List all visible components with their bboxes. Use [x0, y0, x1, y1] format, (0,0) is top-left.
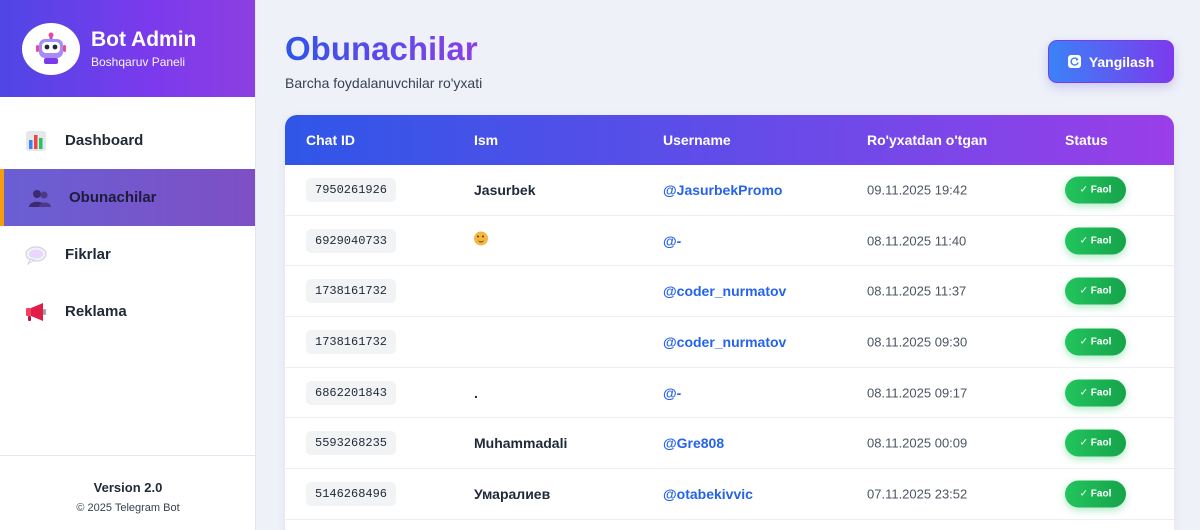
username-link[interactable]: @JasurbekPromo: [663, 182, 782, 198]
status-cell: ✓ Faol: [1065, 277, 1126, 305]
username-link[interactable]: @coder_nurmatov: [663, 334, 786, 350]
status-badge: ✓ Faol: [1065, 176, 1126, 204]
header-status[interactable]: Status: [1065, 132, 1108, 148]
header-registered[interactable]: Ro'yxatdan o'tgan: [867, 132, 987, 148]
table-row[interactable]: 1738161732 @coder_nurmatov 08.11.2025 11:3…: [285, 266, 1174, 318]
status-badge: ✓ Faol: [1065, 480, 1126, 508]
sidebar-item-reklama[interactable]: Reklama: [0, 283, 255, 340]
brand-header: Bot Admin Boshqaruv Paneli: [0, 0, 255, 97]
chat-id-cell: 6862201843: [306, 380, 397, 405]
sidebar-item-label: Reklama: [65, 303, 127, 320]
status-badge: ✓ Faol: [1065, 227, 1126, 255]
header-chat-id[interactable]: Chat ID: [306, 132, 355, 148]
sidebar-item-label: Dashboard: [65, 132, 144, 149]
sidebar-item-label: Obunachilar: [69, 189, 157, 206]
table-body: 7950261926 Jasurbek @JasurbekPromo 09.11.20…: [285, 165, 1174, 520]
sidebar-item-dashboard[interactable]: Dashboard: [0, 112, 255, 169]
name-cell: Jasurbek: [474, 181, 536, 198]
status-badge: ✓ Faol: [1065, 277, 1126, 305]
status-badge: ✓ Faol: [1065, 429, 1126, 457]
chat-id-cell: 1738161732: [306, 329, 397, 354]
robot-icon: [22, 22, 80, 75]
main-content: Obunachilar Barcha foydalanuvchilar ro'y…: [257, 0, 1200, 530]
sidebar: Bot Admin Boshqaruv Paneli Dashboard Obu…: [0, 0, 256, 530]
table-row[interactable]: 5593268235 Muhammadali @Gre808 08.11.2025 0…: [285, 418, 1174, 470]
chat-id-cell: 5593268235: [306, 431, 397, 456]
registered-date-cell: 08.11.2025 11:37: [867, 283, 967, 299]
table-row[interactable]: 6862201843. @- 08.11.2025 09:17 ✓ Faol: [285, 368, 1174, 419]
header-name[interactable]: Ism: [474, 132, 498, 148]
name-cell: [474, 231, 488, 250]
registered-date-cell: 08.11.2025 00:09: [867, 435, 968, 451]
brand-title: Bot Admin: [91, 28, 197, 51]
page-subtitle: Barcha foydalanuvchilar ro'yxati: [285, 75, 483, 91]
header-username[interactable]: Username: [663, 132, 731, 148]
users-icon: [28, 186, 52, 210]
username-link[interactable]: @-: [663, 233, 681, 249]
smiley-emoji-icon: [474, 231, 488, 246]
status-cell: ✓ Faol: [1065, 480, 1126, 508]
refresh-button-label: Yangilash: [1088, 53, 1155, 70]
status-cell: ✓ Faol: [1065, 328, 1126, 356]
registered-date-cell: 08.11.2025 09:17: [867, 385, 968, 401]
table-header: Chat ID Ism Username Ro'yxatdan o'tgan S…: [285, 115, 1174, 165]
bar-chart-icon: [24, 129, 48, 153]
name-cell: Умаралиев: [474, 485, 551, 502]
sidebar-nav: Dashboard Obunachilar Fikrlar Reklama: [0, 112, 255, 340]
registered-date-cell: 08.11.2025 11:40: [867, 233, 967, 249]
registered-date-cell: 09.11.2025 19:42: [867, 182, 968, 198]
sidebar-item-obunachilar[interactable]: Obunachilar: [0, 169, 255, 226]
chat-id-cell: 7950261926: [306, 177, 397, 202]
refresh-icon: [1067, 55, 1081, 68]
page-title: Obunachilar: [285, 30, 478, 67]
chat-id-cell: 1738161732: [306, 279, 397, 304]
brand-subtitle: Boshqaruv Paneli: [91, 55, 186, 69]
status-cell: ✓ Faol: [1065, 176, 1126, 204]
copyright-label: © 2025 Telegram Bot: [76, 502, 180, 514]
status-cell: ✓ Faol: [1065, 429, 1126, 457]
subscribers-table: Chat ID Ism Username Ro'yxatdan o'tgan S…: [285, 115, 1174, 530]
chat-id-cell: 6929040733: [306, 228, 397, 253]
table-row[interactable]: 6929040733 @- 08.11.2025 11:40 ✓ Faol: [285, 216, 1174, 267]
megaphone-icon: [24, 300, 48, 324]
status-cell: ✓ Faol: [1065, 227, 1126, 255]
chat-id-cell: 5146268496: [306, 481, 397, 506]
table-row[interactable]: 5146268496 Умаралиев @otabekivvic 07.11.202…: [285, 469, 1174, 520]
sidebar-footer: Version 2.0 © 2025 Telegram Bot: [0, 455, 256, 530]
speech-bubble-icon: [24, 243, 48, 267]
sidebar-item-fikrlar[interactable]: Fikrlar: [0, 226, 255, 283]
refresh-button[interactable]: Yangilash: [1048, 40, 1174, 83]
status-badge: ✓ Faol: [1065, 379, 1126, 407]
status-badge: ✓ Faol: [1065, 328, 1126, 356]
version-label: Version 2.0: [93, 480, 163, 495]
username-link[interactable]: @coder_nurmatov: [663, 283, 786, 299]
name-cell: .: [474, 384, 478, 401]
registered-date-cell: 08.11.2025 09:30: [867, 334, 968, 350]
registered-date-cell: 07.11.2025 23:52: [867, 486, 968, 502]
status-cell: ✓ Faol: [1065, 379, 1126, 407]
username-link[interactable]: @otabekivvic: [663, 486, 753, 502]
sidebar-item-label: Fikrlar: [65, 246, 111, 263]
table-row[interactable]: 7950261926 Jasurbek @JasurbekPromo 09.11.20…: [285, 165, 1174, 216]
username-link[interactable]: @Gre808: [663, 435, 724, 451]
username-link[interactable]: @-: [663, 385, 681, 401]
name-cell: Muhammadali: [474, 435, 568, 452]
table-row[interactable]: 1738161732 @coder_nurmatov 08.11.2025 09:3…: [285, 317, 1174, 368]
